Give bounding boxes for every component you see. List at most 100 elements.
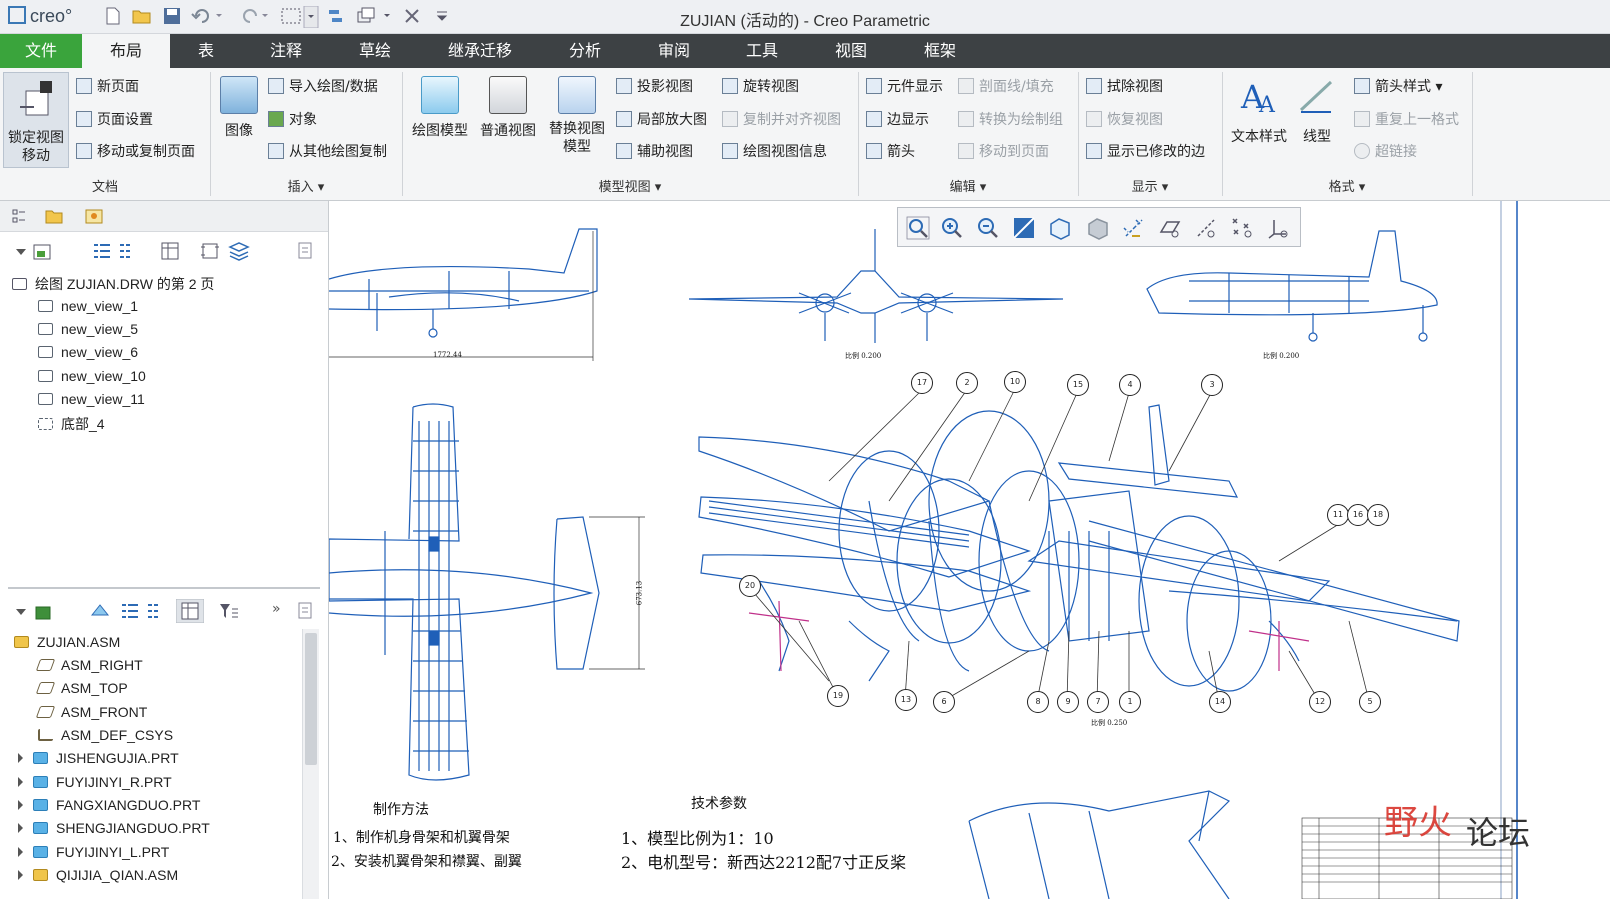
line-style-button[interactable]: 线型 [1292,76,1342,146]
side-view-right[interactable] [1146,230,1438,342]
view-scale-label[interactable]: 比例 0.250 [1091,718,1127,728]
drawing-tree-selector-icon[interactable] [14,243,58,261]
tree-item-view[interactable]: new_view_6 [38,344,138,360]
saved-orientations-icon[interactable] [1086,216,1110,240]
tree-item-datum-plane[interactable]: ASM_FRONT [35,704,147,720]
part-balloon[interactable]: 3 [1201,374,1223,396]
note-method-line[interactable]: 1、制作机身骨架和机翼骨架 [333,827,510,847]
note-tech-title[interactable]: 技术参数 [691,793,747,813]
part-balloon[interactable]: 8 [1027,691,1049,713]
layers-icon[interactable] [228,241,250,261]
csys-display-icon[interactable] [1266,216,1290,240]
display-style-icon[interactable] [90,601,110,621]
page-setup-button[interactable]: 页面设置 [76,109,153,129]
part-balloon[interactable]: 11 [1327,504,1349,526]
model-tree-scrollbar[interactable] [302,629,319,899]
note-tech-line[interactable]: 1、模型比例为1：10 [621,825,774,849]
part-balloon[interactable]: 16 [1347,504,1369,526]
note-tech-line[interactable]: 2、电机型号：新西达2212配7寸正反桨 [621,849,906,873]
tab-view[interactable]: 视图 [806,34,896,68]
tree-columns-icon[interactable] [176,599,204,623]
component-display-button[interactable]: 元件显示 [866,76,943,96]
plane-display-icon[interactable] [1158,216,1182,240]
tab-analysis[interactable]: 分析 [540,34,630,68]
group-label-insert[interactable]: 插入 ▾ [210,176,402,195]
text-style-button[interactable]: AA 文本样式 [1228,76,1290,146]
repaint-icon[interactable] [1012,216,1036,240]
erase-view-button[interactable]: 拭除视图 [1086,76,1163,96]
tab-file[interactable]: 文件 [0,34,82,68]
copy-align-view-button[interactable]: 复制并对齐视图 [722,109,841,129]
tree-settings-icon[interactable] [296,241,316,261]
projection-view-button[interactable]: 投影视图 [616,76,693,96]
favorites-tab-icon[interactable] [84,207,104,225]
tree-expand-icon[interactable] [92,241,144,261]
lock-view-movement-button[interactable]: 锁定视图 移动 [3,72,69,168]
tree-item-part[interactable]: FUYIJINYI_R.PRT [18,774,172,790]
expand-caret-icon[interactable] [18,777,23,787]
replace-view-model-button[interactable]: 替换视图 模型 [544,76,610,156]
tree-item-part[interactable]: JISHENGUJIA.PRT [18,750,179,766]
tree-settings-icon[interactable] [296,601,316,621]
restore-view-button[interactable]: 恢复视图 [1086,109,1163,129]
dimension-height[interactable]: 673.13 [635,581,643,606]
note-method-title[interactable]: 制作方法 [373,799,429,819]
revolved-view-button[interactable]: 旋转视图 [722,76,799,96]
refit-icon[interactable] [906,216,930,240]
tree-item-csys[interactable]: ASM_DEF_CSYS [38,727,173,743]
arrow-style-button[interactable]: 箭头样式 ▾ [1354,76,1442,96]
tree-item-view[interactable]: new_view_11 [38,391,145,407]
tab-tools[interactable]: 工具 [718,34,806,68]
tab-sketch[interactable]: 草绘 [330,34,420,68]
show-modified-edges-button[interactable]: 显示已修改的边 [1086,141,1205,161]
part-balloon[interactable]: 10 [1004,371,1026,393]
hyperlink-button[interactable]: 超链接 [1354,141,1417,161]
zoom-out-icon[interactable] [976,216,1000,240]
part-balloon[interactable]: 17 [911,372,933,394]
partial-view-bottom[interactable] [968,790,1231,899]
drawing-view-info-button[interactable]: 绘图视图信息 [722,141,827,161]
tree-item-datum-plane[interactable]: ASM_TOP [35,680,128,696]
new-page-button[interactable]: 新页面 [76,76,139,96]
edge-display-button[interactable]: 边显示 [866,109,929,129]
tree-item-view[interactable]: new_view_5 [38,321,138,337]
model-tree-tab-icon[interactable] [10,207,28,225]
part-balloon[interactable]: 7 [1087,691,1109,713]
arrow-button[interactable]: 箭头 [866,141,915,161]
move-to-page-button[interactable]: 移动到页面 [958,141,1049,161]
import-drawing-data-button[interactable]: 导入绘图/数据 [268,76,378,96]
tree-item-part[interactable]: FUYIJINYI_L.PRT [18,844,169,860]
part-balloon[interactable]: 19 [827,685,849,707]
axis-display-icon[interactable] [1194,216,1218,240]
folder-browser-tab-icon[interactable] [44,207,64,225]
scrollbar-thumb[interactable] [305,633,317,765]
part-balloon[interactable]: 6 [933,691,955,713]
tree-columns-icon[interactable] [160,241,180,261]
tree-item-datum-plane[interactable]: ASM_RIGHT [35,657,143,673]
part-balloon[interactable]: 1 [1119,691,1141,713]
part-balloon[interactable]: 14 [1209,691,1231,713]
part-balloon[interactable]: 9 [1057,691,1079,713]
part-balloon[interactable]: 4 [1119,374,1141,396]
zoom-in-icon[interactable] [940,216,964,240]
group-label-edit[interactable]: 编辑 ▾ [858,176,1078,195]
object-button[interactable]: 对象 [268,109,317,129]
part-balloon[interactable]: 20 [739,575,761,597]
more-options-icon[interactable]: » [272,601,281,617]
expand-caret-icon[interactable] [18,753,23,763]
tree-item-subassembly[interactable]: QIJIJIA_QIAN.ASM [18,867,178,899]
expand-caret-icon[interactable] [18,823,23,833]
note-method-line[interactable]: 2、安装机翼骨架和襟翼、副翼 [331,851,522,871]
part-balloon[interactable]: 15 [1067,374,1089,396]
tree-item-bottom[interactable]: 底部_4 [38,414,105,434]
tree-item-part[interactable]: FANGXIANGDUO.PRT [18,797,200,813]
part-balloon[interactable]: 5 [1359,691,1381,713]
dimension-length[interactable]: 1772.44 [433,351,462,359]
part-balloon[interactable]: 13 [895,689,917,711]
copy-from-other-drawing-button[interactable]: 从其他绘图复制 [268,141,387,161]
side-view-left[interactable] [329,228,598,361]
tree-expand-icon[interactable] [120,601,172,621]
tree-item-view[interactable]: new_view_1 [38,298,138,314]
tab-review[interactable]: 审阅 [630,34,718,68]
filter-icon[interactable] [218,601,240,621]
